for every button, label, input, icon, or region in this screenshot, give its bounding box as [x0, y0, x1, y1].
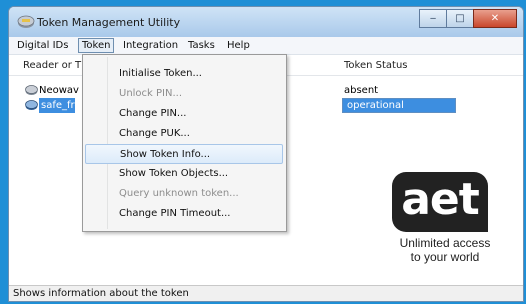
menu-item-change-pin[interactable]: Change PIN...: [85, 104, 283, 124]
title-bar[interactable]: Token Management Utility ‒ □ ✕: [9, 7, 523, 37]
minimize-icon: ‒: [429, 13, 437, 24]
token-dropdown-menu: Initialise Token... Unlock PIN... Change…: [82, 54, 287, 232]
menu-digital-ids[interactable]: Digital IDs: [14, 39, 71, 52]
aet-logo: aet: [392, 172, 488, 232]
menu-item-query-unknown-token[interactable]: Query unknown token...: [85, 184, 283, 204]
app-window: Token Management Utility ‒ □ ✕ Digital I…: [8, 6, 524, 302]
menu-item-show-token-objects[interactable]: Show Token Objects...: [85, 164, 283, 184]
menu-help[interactable]: Help: [224, 39, 253, 52]
column-header-reader[interactable]: Reader or T: [23, 57, 81, 74]
token-device-icon: [25, 85, 38, 95]
maximize-icon: □: [455, 13, 465, 24]
menu-item-show-token-info[interactable]: Show Token Info...: [85, 144, 283, 164]
menu-item-initialise-token[interactable]: Initialise Token...: [85, 64, 283, 84]
window-title: Token Management Utility: [37, 16, 181, 29]
menu-item-change-puk[interactable]: Change PUK...: [85, 124, 283, 144]
tagline-line-2: to your world: [410, 250, 480, 264]
minimize-button[interactable]: ‒: [419, 9, 447, 28]
menu-bar: Digital IDs Token Integration Tasks Help: [9, 37, 523, 55]
status-bar: Shows information about the token: [9, 285, 523, 301]
menu-item-change-pin-timeout[interactable]: Change PIN Timeout...: [85, 204, 283, 224]
menu-tasks[interactable]: Tasks: [185, 39, 218, 52]
maximize-button[interactable]: □: [446, 9, 474, 28]
close-button[interactable]: ✕: [473, 9, 517, 28]
menu-token[interactable]: Token: [78, 38, 115, 53]
logo-text: aet: [401, 174, 480, 225]
tagline-line-1: Unlimited access: [399, 236, 491, 250]
token-status: absent: [344, 85, 379, 96]
reader-name: Neowav: [39, 85, 79, 96]
menu-integration[interactable]: Integration: [120, 39, 181, 52]
menu-item-unlock-pin[interactable]: Unlock PIN...: [85, 84, 283, 104]
token-device-icon: [25, 100, 38, 110]
token-app-icon: [17, 15, 35, 28]
reader-name: safe_fro: [41, 100, 81, 111]
status-text: Shows information about the token: [13, 288, 189, 299]
close-icon: ✕: [490, 13, 500, 24]
token-status: operational: [347, 100, 404, 111]
column-header-token-status[interactable]: Token Status: [344, 57, 408, 74]
